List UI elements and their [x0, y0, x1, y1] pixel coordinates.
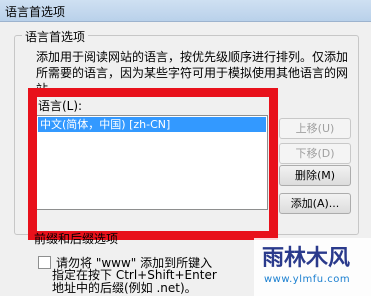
move-up-button[interactable]: 上移(U): [279, 118, 351, 139]
move-down-button[interactable]: 下移(D): [279, 143, 351, 164]
add-button[interactable]: 添加(A)...: [279, 193, 351, 214]
group-legend: 语言首选项: [22, 28, 89, 45]
description-line: 添加用于阅读网站的语言，按优先级顺序进行排列。仅添加: [36, 50, 349, 64]
red-highlight-annotation: [28, 88, 278, 240]
remove-button[interactable]: 删除(M): [279, 165, 351, 186]
watermark-logo: 雨林木风: [262, 246, 351, 271]
prefix-suffix-section-title: 前缀和后缀选项: [34, 232, 119, 246]
description-line: 所需要的语言，因为某些字符可用于模拟使用其他语言的网: [36, 66, 349, 80]
www-checkbox[interactable]: [38, 256, 51, 269]
watermark-url: www.ylmfu.com: [264, 274, 351, 285]
note-line: 地址中的后缀(例如 .net)。: [52, 281, 197, 295]
watermark: 雨林木风 www.ylmfu.com: [254, 238, 371, 296]
prefix-note: 指定在按下 Ctrl+Shift+Enter 地址中的后缀(例如 .net)。: [52, 269, 217, 295]
window-title: 语言首选项: [5, 5, 66, 19]
title-bar: 语言首选项: [0, 0, 371, 22]
